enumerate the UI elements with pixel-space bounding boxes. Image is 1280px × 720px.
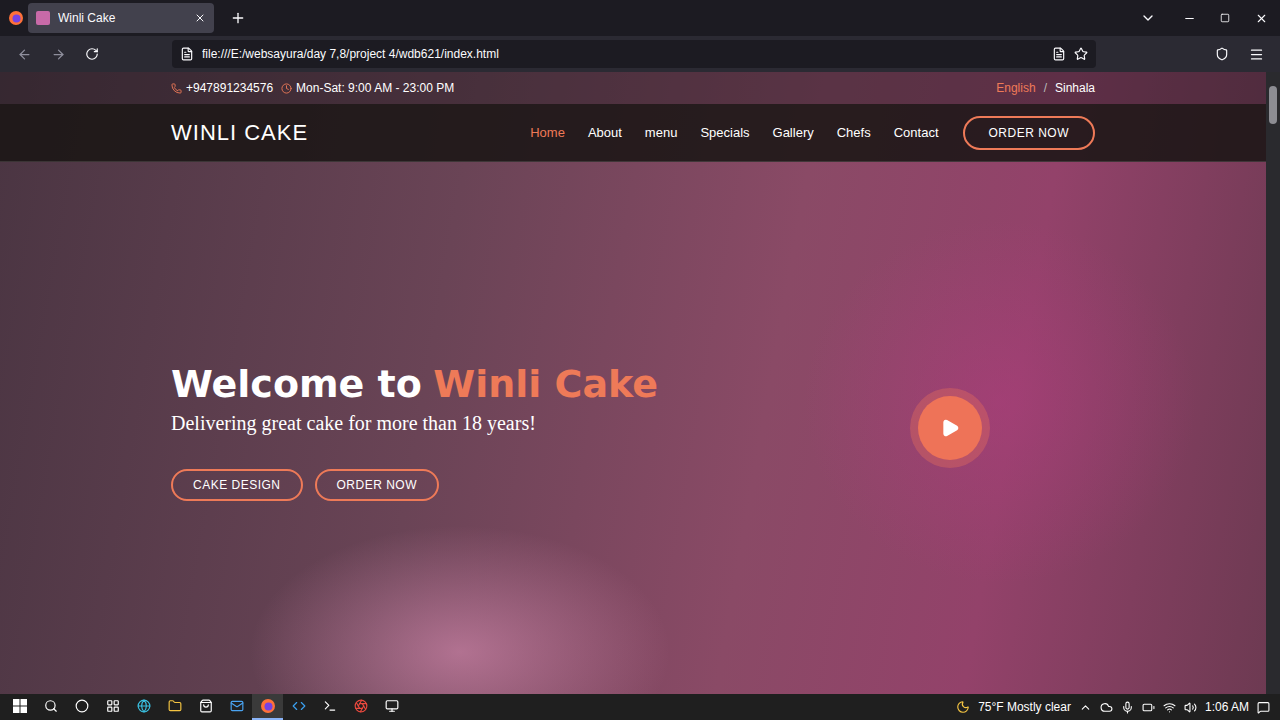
hero: Welcome toWinli CakeDelivering great cak…	[0, 162, 1266, 694]
navbar: WINLI CAKE Home About menu Specials Gallery Ch…	[0, 104, 1266, 162]
explorer-app[interactable]	[159, 694, 190, 720]
firefox-icon	[260, 698, 276, 714]
chrome-app[interactable]	[345, 694, 376, 720]
close-icon	[1255, 12, 1268, 25]
back-button[interactable]	[8, 39, 40, 69]
phone-icon	[171, 83, 182, 94]
tab-bar: Winli Cake	[0, 0, 1280, 36]
top-info-bar: +947891234576 Mon-Sat: 9:00 AM - 23:00 PM…	[0, 72, 1266, 104]
weather-icon	[956, 700, 970, 714]
folder-icon	[168, 699, 182, 713]
menu-button[interactable]	[1240, 39, 1272, 69]
back-icon	[17, 47, 32, 62]
cortana-icon	[75, 699, 89, 713]
edge-app[interactable]	[128, 694, 159, 720]
app-icon	[385, 699, 399, 713]
forward-button[interactable]	[42, 39, 74, 69]
reload-icon	[85, 47, 99, 61]
minimize-button[interactable]	[1174, 3, 1204, 33]
chevron-down-icon	[1140, 10, 1156, 26]
new-tab-button[interactable]	[222, 3, 254, 33]
scrollbar[interactable]	[1266, 72, 1280, 694]
tab-list-button[interactable]	[1128, 3, 1168, 33]
terminal-icon	[323, 699, 337, 713]
hours-info: Mon-Sat: 9:00 AM - 23:00 PM	[281, 81, 454, 95]
play-icon	[940, 418, 960, 438]
clock-icon	[281, 83, 292, 94]
vscode-icon	[292, 699, 306, 713]
address-bar: file:///E:/websayura/day 7,8/project 4/w…	[0, 36, 1280, 72]
chrome-icon	[354, 699, 368, 713]
task-view-icon	[106, 699, 120, 713]
phone-info: +947891234576	[171, 81, 273, 95]
hamburger-icon	[1249, 47, 1264, 62]
edge-icon	[137, 699, 151, 713]
nav-link[interactable]: Home	[530, 125, 565, 140]
system-tray: 75°F Mostly clear 1:06 AM	[956, 700, 1276, 714]
reader-view-icon[interactable]	[1052, 47, 1066, 61]
forward-icon	[51, 47, 66, 62]
battery-icon[interactable]	[1142, 701, 1155, 714]
nav-link[interactable]: menu	[645, 125, 678, 140]
reload-button[interactable]	[76, 39, 108, 69]
close-window-button[interactable]	[1246, 3, 1276, 33]
browser-tab[interactable]: Winli Cake	[28, 3, 214, 33]
taskbar: 75°F Mostly clear 1:06 AM	[0, 694, 1280, 720]
logo[interactable]: WINLI CAKE	[171, 120, 308, 146]
store-app[interactable]	[190, 694, 221, 720]
terminal-app[interactable]	[314, 694, 345, 720]
web-page: +947891234576 Mon-Sat: 9:00 AM - 23:00 PM…	[0, 72, 1266, 694]
cortana-button[interactable]	[66, 694, 97, 720]
language-separator: /	[1044, 81, 1047, 95]
language-link[interactable]: English	[996, 81, 1035, 95]
restore-button[interactable]	[1210, 3, 1240, 33]
plus-icon	[230, 10, 246, 26]
start-button[interactable]	[4, 694, 35, 720]
windows-icon	[13, 699, 27, 713]
wifi-icon[interactable]	[1163, 701, 1176, 714]
nav-link[interactable]: About	[588, 125, 622, 140]
firefox-icon	[8, 10, 24, 26]
task-view-button[interactable]	[97, 694, 128, 720]
restore-icon	[1220, 13, 1230, 23]
mic-icon[interactable]	[1121, 701, 1134, 714]
order-now-button[interactable]: ORDER NOW	[963, 116, 1096, 150]
hero-button[interactable]: ORDER NOW	[315, 469, 440, 501]
mail-icon	[230, 699, 244, 713]
notifications-icon[interactable]	[1257, 701, 1270, 714]
nav-link[interactable]: Chefs	[837, 125, 871, 140]
tray-expand-icon[interactable]	[1079, 701, 1092, 714]
onedrive-icon[interactable]	[1100, 701, 1113, 714]
minimize-icon	[1183, 12, 1196, 25]
search-button[interactable]	[35, 694, 66, 720]
close-tab-icon[interactable]	[194, 12, 206, 24]
firefox-app[interactable]	[252, 694, 283, 720]
nav-link[interactable]: Specials	[700, 125, 749, 140]
url-field[interactable]: file:///E:/websayura/day 7,8/project 4/w…	[172, 40, 1096, 68]
play-video-button[interactable]	[918, 396, 982, 460]
bookmark-star-icon[interactable]	[1074, 47, 1088, 61]
volume-icon[interactable]	[1184, 701, 1197, 714]
vscode-app[interactable]	[283, 694, 314, 720]
screen: Winli Cake file:///E:/websayura/day 7,8/p…	[0, 0, 1280, 720]
nav-link[interactable]: Gallery	[773, 125, 814, 140]
pocket-button[interactable]	[1206, 39, 1238, 69]
store-icon	[199, 699, 213, 713]
mail-app[interactable]	[221, 694, 252, 720]
pocket-icon	[1215, 47, 1229, 61]
language-link[interactable]: Sinhala	[1055, 81, 1095, 95]
hero-button[interactable]: CAKE DESIGN	[171, 469, 303, 501]
favicon-icon	[36, 11, 50, 25]
clock[interactable]: 1:06 AM	[1205, 700, 1249, 714]
scroll-thumb[interactable]	[1269, 86, 1277, 124]
nav-link[interactable]: Contact	[894, 125, 939, 140]
search-icon	[44, 699, 58, 713]
file-icon	[180, 47, 194, 61]
weather[interactable]: 75°F Mostly clear	[978, 700, 1071, 714]
other-app[interactable]	[376, 694, 407, 720]
